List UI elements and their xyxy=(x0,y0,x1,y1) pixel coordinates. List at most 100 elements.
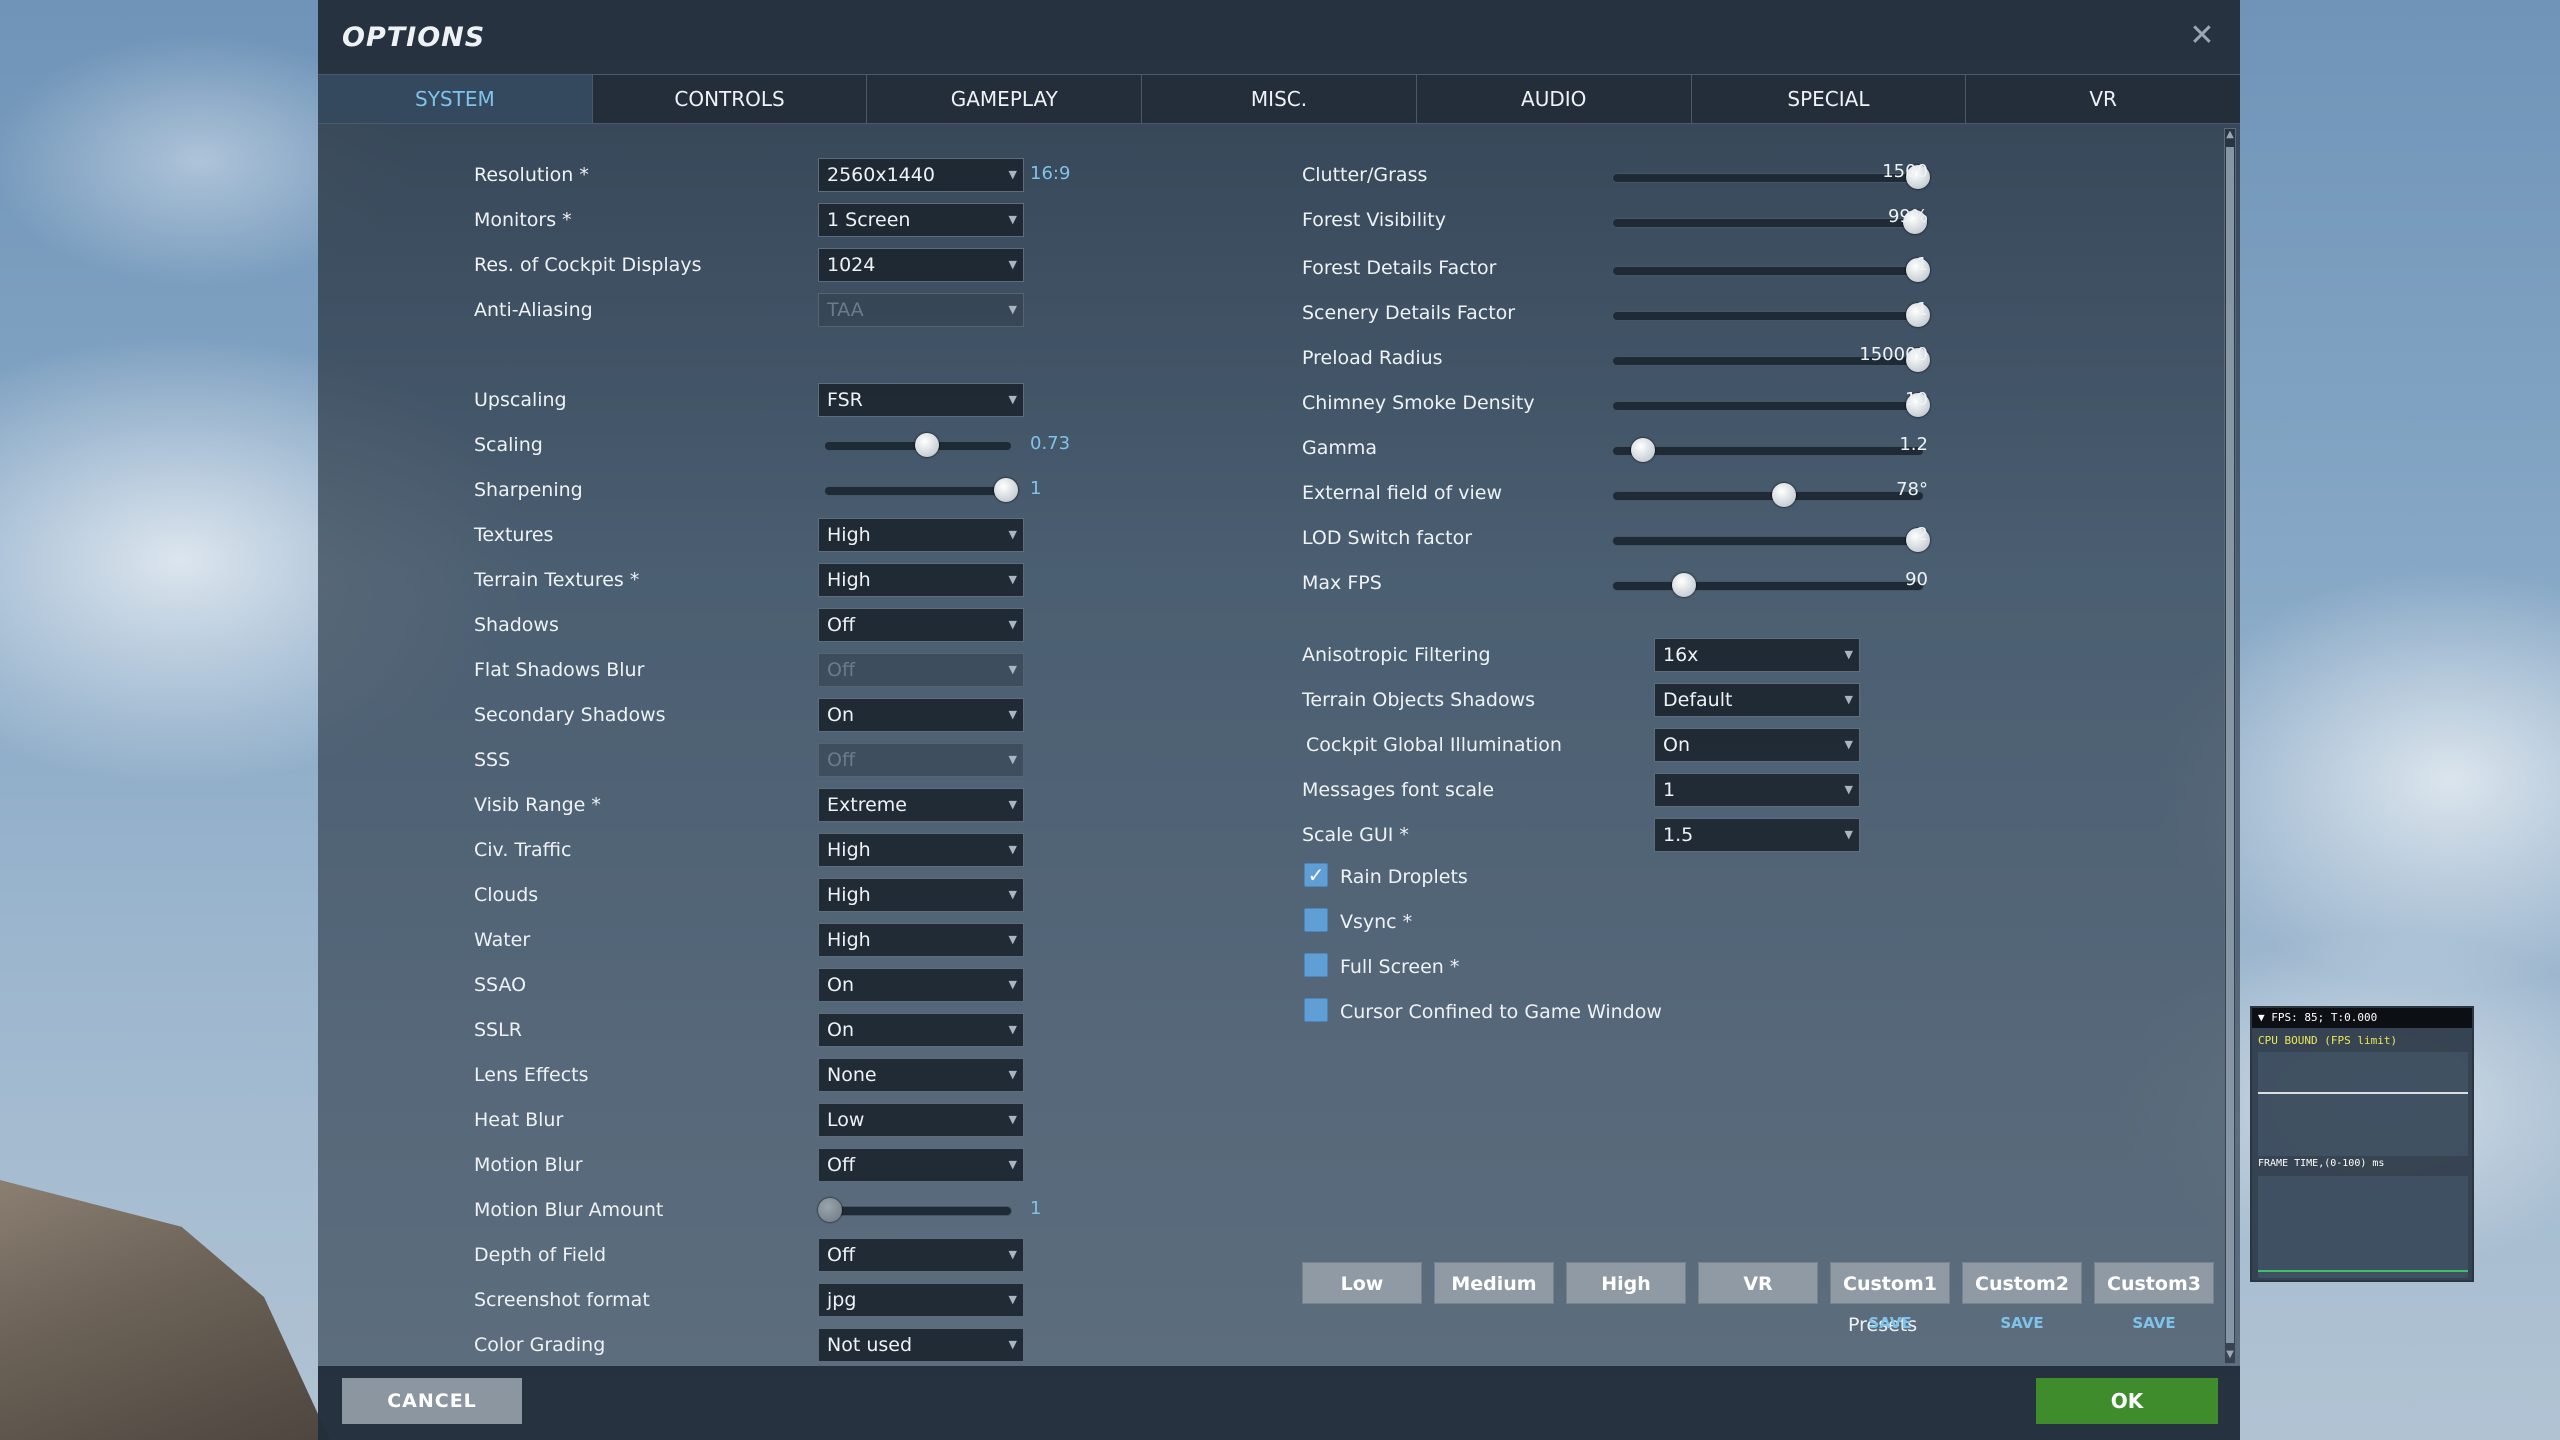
rain-droplets-label[interactable]: Rain Droplets xyxy=(1340,860,1468,894)
scroll-down-icon[interactable]: ▼ xyxy=(2225,1349,2235,1363)
civ-traffic-dropdown[interactable]: High ▼ xyxy=(818,833,1024,867)
scale-gui-dropdown[interactable]: 1.5 ▼ xyxy=(1654,818,1860,852)
scrollbar-thumb[interactable] xyxy=(2226,147,2234,1343)
scaling-slider[interactable] xyxy=(824,433,1012,457)
cockpit-res-dropdown[interactable]: 1024 ▼ xyxy=(818,248,1024,282)
fps-header[interactable]: ▼ FPS: 85; T:0.000 xyxy=(2252,1008,2472,1028)
close-icon[interactable]: ✕ xyxy=(2180,14,2224,58)
msg-font-scale-dropdown[interactable]: 1 ▼ xyxy=(1654,773,1860,807)
motion-blur-amount-handle[interactable] xyxy=(817,1198,842,1222)
shadows-value: Off xyxy=(827,614,856,636)
dof-value: Off xyxy=(827,1244,856,1266)
scenery-details-label: Scenery Details Factor xyxy=(1302,302,1516,324)
ssao-label: SSAO xyxy=(474,974,527,996)
tab-audio[interactable]: AUDIO xyxy=(1417,75,1692,123)
chevron-down-icon: ▼ xyxy=(1008,663,1017,676)
max-fps-value: 90 xyxy=(1905,569,1928,590)
chevron-down-icon: ▼ xyxy=(1844,693,1853,706)
vsync-checkbox[interactable] xyxy=(1304,908,1328,932)
motion-blur-dropdown[interactable]: Off ▼ xyxy=(818,1148,1024,1182)
tab-special[interactable]: SPECIAL xyxy=(1692,75,1967,123)
cursor-confined-checkbox[interactable] xyxy=(1304,998,1328,1022)
preload-radius-value: 150000 xyxy=(1859,344,1928,365)
cancel-button[interactable]: CANCEL xyxy=(342,1378,522,1424)
options-window: OPTIONS ✕ SYSTEM CONTROLS GAMEPLAY MISC.… xyxy=(318,0,2240,1440)
resolution-dropdown[interactable]: 2560x1440 ▼ xyxy=(818,158,1024,192)
preset-high-button[interactable]: High xyxy=(1566,1262,1686,1304)
monitors-dropdown[interactable]: 1 Screen ▼ xyxy=(818,203,1024,237)
vsync-label[interactable]: Vsync * xyxy=(1340,905,1412,939)
preset-custom3-button[interactable]: Custom3 xyxy=(2094,1262,2214,1304)
cockpit-gi-dropdown[interactable]: On ▼ xyxy=(1654,728,1860,762)
save-custom2-link[interactable]: SAVE xyxy=(1962,1314,2082,1332)
chevron-down-icon: ▼ xyxy=(1844,828,1853,841)
heat-blur-dropdown[interactable]: Low ▼ xyxy=(818,1103,1024,1137)
motion-blur-amount-slider[interactable] xyxy=(817,1198,1012,1222)
aspect-ratio-value: 16:9 xyxy=(1030,163,1071,184)
color-grading-dropdown[interactable]: Not used ▼ xyxy=(818,1328,1024,1362)
motion-blur-label: Motion Blur xyxy=(474,1154,583,1176)
save-custom1-link[interactable]: SAVE xyxy=(1830,1314,1950,1332)
sslr-dropdown[interactable]: On ▼ xyxy=(818,1013,1024,1047)
sss-dropdown: Off ▼ xyxy=(818,743,1024,777)
aniso-dropdown[interactable]: 16x ▼ xyxy=(1654,638,1860,672)
full-screen-checkbox[interactable] xyxy=(1304,953,1328,977)
tab-vr[interactable]: VR xyxy=(1966,75,2240,123)
motion-blur-value: Off xyxy=(827,1154,856,1176)
chevron-down-icon: ▼ xyxy=(1008,1248,1017,1261)
visib-range-dropdown[interactable]: Extreme ▼ xyxy=(818,788,1024,822)
tab-gameplay[interactable]: GAMEPLAY xyxy=(867,75,1143,123)
frame-time-label: FRAME TIME,(0-100) ms xyxy=(2258,1158,2385,1169)
chevron-down-icon: ▼ xyxy=(1008,753,1017,766)
forest-details-value: 1 xyxy=(1916,254,1928,275)
sharpening-label: Sharpening xyxy=(474,479,583,501)
scrollbar[interactable]: ▲ ▼ xyxy=(2224,128,2236,1364)
background-rocks xyxy=(0,1180,330,1440)
sharpening-handle[interactable] xyxy=(994,478,1019,502)
water-dropdown[interactable]: High ▼ xyxy=(818,923,1024,957)
shadows-dropdown[interactable]: Off ▼ xyxy=(818,608,1024,642)
scroll-up-icon[interactable]: ▲ xyxy=(2225,129,2235,143)
clouds-dropdown[interactable]: High ▼ xyxy=(818,878,1024,912)
upscaling-dropdown[interactable]: FSR ▼ xyxy=(818,383,1024,417)
chevron-down-icon: ▼ xyxy=(1008,393,1017,406)
scaling-value: 0.73 xyxy=(1030,433,1071,454)
secondary-shadows-dropdown[interactable]: On ▼ xyxy=(818,698,1024,732)
save-custom3-link[interactable]: SAVE xyxy=(2094,1314,2214,1332)
sharpening-slider[interactable] xyxy=(824,478,1019,502)
terrain-obj-shadows-dropdown[interactable]: Default ▼ xyxy=(1654,683,1860,717)
dof-dropdown[interactable]: Off ▼ xyxy=(818,1238,1024,1272)
screenshot-format-dropdown[interactable]: jpg ▼ xyxy=(818,1283,1024,1317)
preset-vr-button[interactable]: VR xyxy=(1698,1262,1818,1304)
tab-misc[interactable]: MISC. xyxy=(1142,75,1417,123)
scaling-handle[interactable] xyxy=(915,433,940,457)
ssao-dropdown[interactable]: On ▼ xyxy=(818,968,1024,1002)
msg-font-scale-label: Messages font scale xyxy=(1302,779,1495,801)
textures-dropdown[interactable]: High ▼ xyxy=(818,518,1024,552)
full-screen-label[interactable]: Full Screen * xyxy=(1340,950,1459,984)
preset-low-button[interactable]: Low xyxy=(1302,1262,1422,1304)
chevron-down-icon: ▼ xyxy=(1008,888,1017,901)
max-fps-handle[interactable] xyxy=(1671,573,1696,597)
tab-system[interactable]: SYSTEM xyxy=(318,75,593,123)
preset-custom2-button[interactable]: Custom2 xyxy=(1962,1262,2082,1304)
preset-custom1-button[interactable]: Custom1 xyxy=(1830,1262,1950,1304)
chevron-down-icon: ▼ xyxy=(1008,843,1017,856)
dof-label: Depth of Field xyxy=(474,1244,607,1266)
terrain-textures-dropdown[interactable]: High ▼ xyxy=(818,563,1024,597)
civ-traffic-label: Civ. Traffic xyxy=(474,839,572,861)
upscaling-value: FSR xyxy=(827,389,863,411)
window-title: OPTIONS xyxy=(342,22,486,53)
tab-controls[interactable]: CONTROLS xyxy=(593,75,868,123)
ok-button[interactable]: OK xyxy=(2036,1378,2218,1424)
gamma-handle[interactable] xyxy=(1631,438,1656,462)
chevron-down-icon: ▼ xyxy=(1008,573,1017,586)
cursor-confined-label[interactable]: Cursor Confined to Game Window xyxy=(1340,995,1662,1029)
lens-effects-dropdown[interactable]: None ▼ xyxy=(818,1058,1024,1092)
preset-medium-button[interactable]: Medium xyxy=(1434,1262,1554,1304)
aa-value: TAA xyxy=(827,299,864,321)
terrain-obj-shadows-label: Terrain Objects Shadows xyxy=(1302,689,1536,711)
forest-vis-value: 99% xyxy=(1887,206,1928,227)
fps-overlay: ▼ FPS: 85; T:0.000 CPU BOUND (FPS limit)… xyxy=(2250,1006,2474,1282)
rain-droplets-checkbox[interactable]: ✓ xyxy=(1304,863,1328,887)
